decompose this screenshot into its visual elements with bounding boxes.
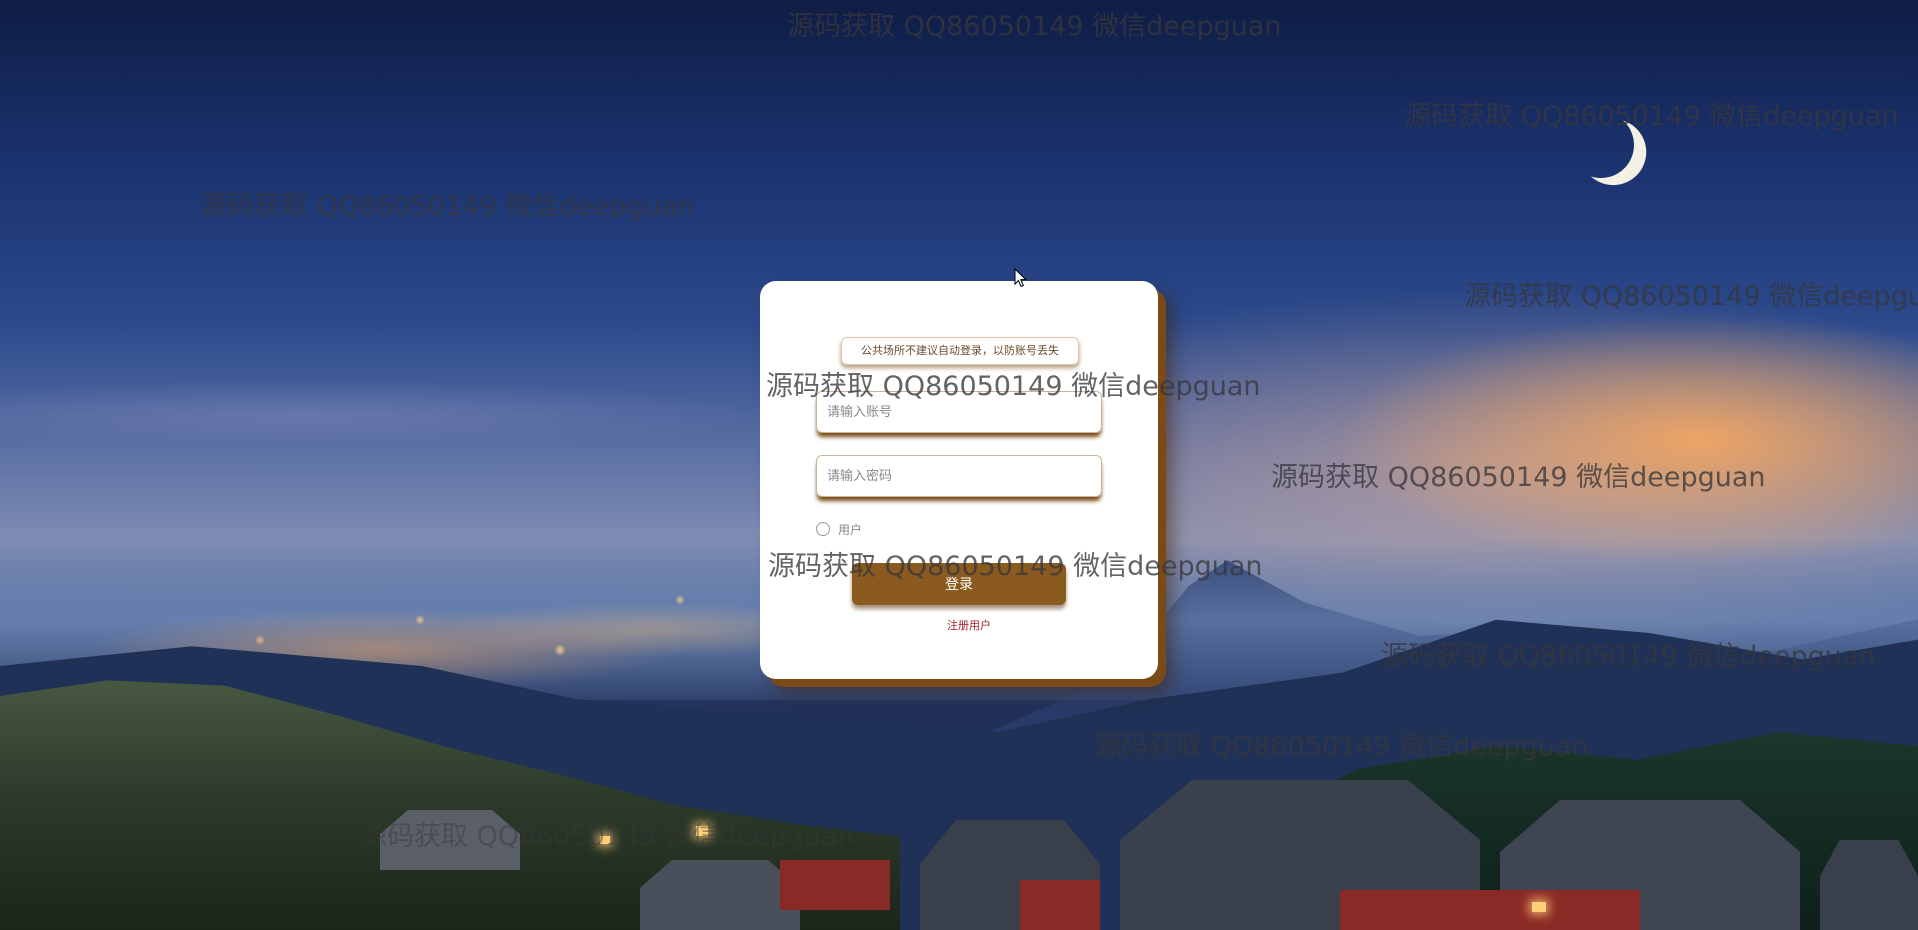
account-input[interactable] — [816, 391, 1102, 433]
password-input[interactable] — [816, 455, 1102, 497]
temple-wall — [780, 860, 890, 910]
role-option-user[interactable]: 用户 — [816, 519, 862, 539]
security-notice: 公共场所不建议自动登录，以防账号丢失 — [841, 337, 1079, 365]
window-light — [696, 826, 708, 836]
radio-icon[interactable] — [816, 522, 830, 536]
register-link-label: 注册用户 — [947, 619, 991, 632]
mouse-pointer-icon — [1014, 268, 1028, 288]
temple-roof — [640, 860, 800, 930]
temple-wall — [1340, 890, 1640, 930]
login-button[interactable]: 登录 — [852, 563, 1066, 605]
cloud-band — [0, 380, 760, 450]
temple-roof — [1820, 840, 1918, 930]
temple-wall — [1020, 880, 1100, 930]
login-card: 公共场所不建议自动登录，以防账号丢失 用户 登录 注册用户 — [760, 281, 1158, 679]
window-light — [1532, 902, 1546, 912]
temple-roof — [380, 810, 520, 870]
window-light — [600, 836, 610, 844]
role-label: 用户 — [838, 522, 863, 537]
register-link[interactable]: 注册用户 — [760, 617, 1158, 633]
